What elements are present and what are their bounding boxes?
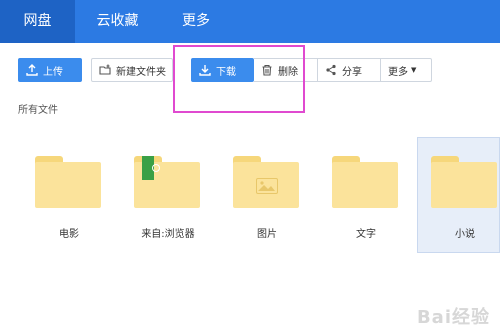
file-item[interactable]: 文字 [326, 150, 406, 245]
tab-cloud-favorites[interactable]: 云收藏 [75, 0, 160, 43]
new-folder-button[interactable]: 新建文件夹 [91, 58, 173, 82]
delete-button[interactable]: 删除 [254, 58, 318, 82]
image-folder-icon [233, 156, 299, 208]
download-button[interactable]: 下载 [191, 58, 254, 82]
picture-icon [256, 178, 278, 194]
chevron-down-icon: ▼ [411, 66, 417, 74]
folder-icon [35, 156, 101, 208]
download-icon [199, 64, 211, 76]
new-folder-icon [99, 64, 111, 76]
file-item[interactable]: 图片 [227, 150, 307, 245]
file-item-selected[interactable]: 小说 [425, 150, 500, 245]
file-item[interactable]: 电影 [29, 150, 109, 245]
file-name: 来自:浏览器 [141, 229, 195, 240]
folder-icon [431, 156, 497, 208]
folder-icon [332, 156, 398, 208]
file-name: 图片 [257, 229, 277, 240]
delete-label: 删除 [278, 66, 298, 78]
file-name: 小说 [455, 229, 475, 240]
new-folder-label: 新建文件夹 [116, 66, 166, 78]
share-label: 分享 [342, 66, 362, 78]
share-button[interactable]: 分享 [318, 58, 381, 82]
breadcrumb[interactable]: 所有文件 [18, 101, 58, 116]
more-dropdown-button[interactable]: 更多 ▼ [381, 58, 432, 82]
trash-icon [261, 64, 273, 76]
download-label: 下载 [216, 66, 236, 78]
file-item[interactable]: 来自:浏览器 [128, 150, 208, 245]
upload-button[interactable]: 上传 [18, 58, 82, 82]
top-nav: 网盘 云收藏 更多 [0, 0, 500, 43]
watermark: Bai经验 [416, 307, 490, 328]
file-name: 电影 [59, 229, 79, 240]
tab-netdisk[interactable]: 网盘 [0, 0, 75, 43]
upload-label: 上传 [43, 66, 63, 78]
browser-badge-icon [142, 156, 160, 180]
tab-more[interactable]: 更多 [160, 0, 232, 43]
more-label: 更多 [388, 66, 408, 78]
upload-icon [26, 64, 38, 76]
share-icon [325, 64, 337, 76]
file-name: 文字 [356, 229, 376, 240]
browser-folder-icon [134, 156, 200, 208]
